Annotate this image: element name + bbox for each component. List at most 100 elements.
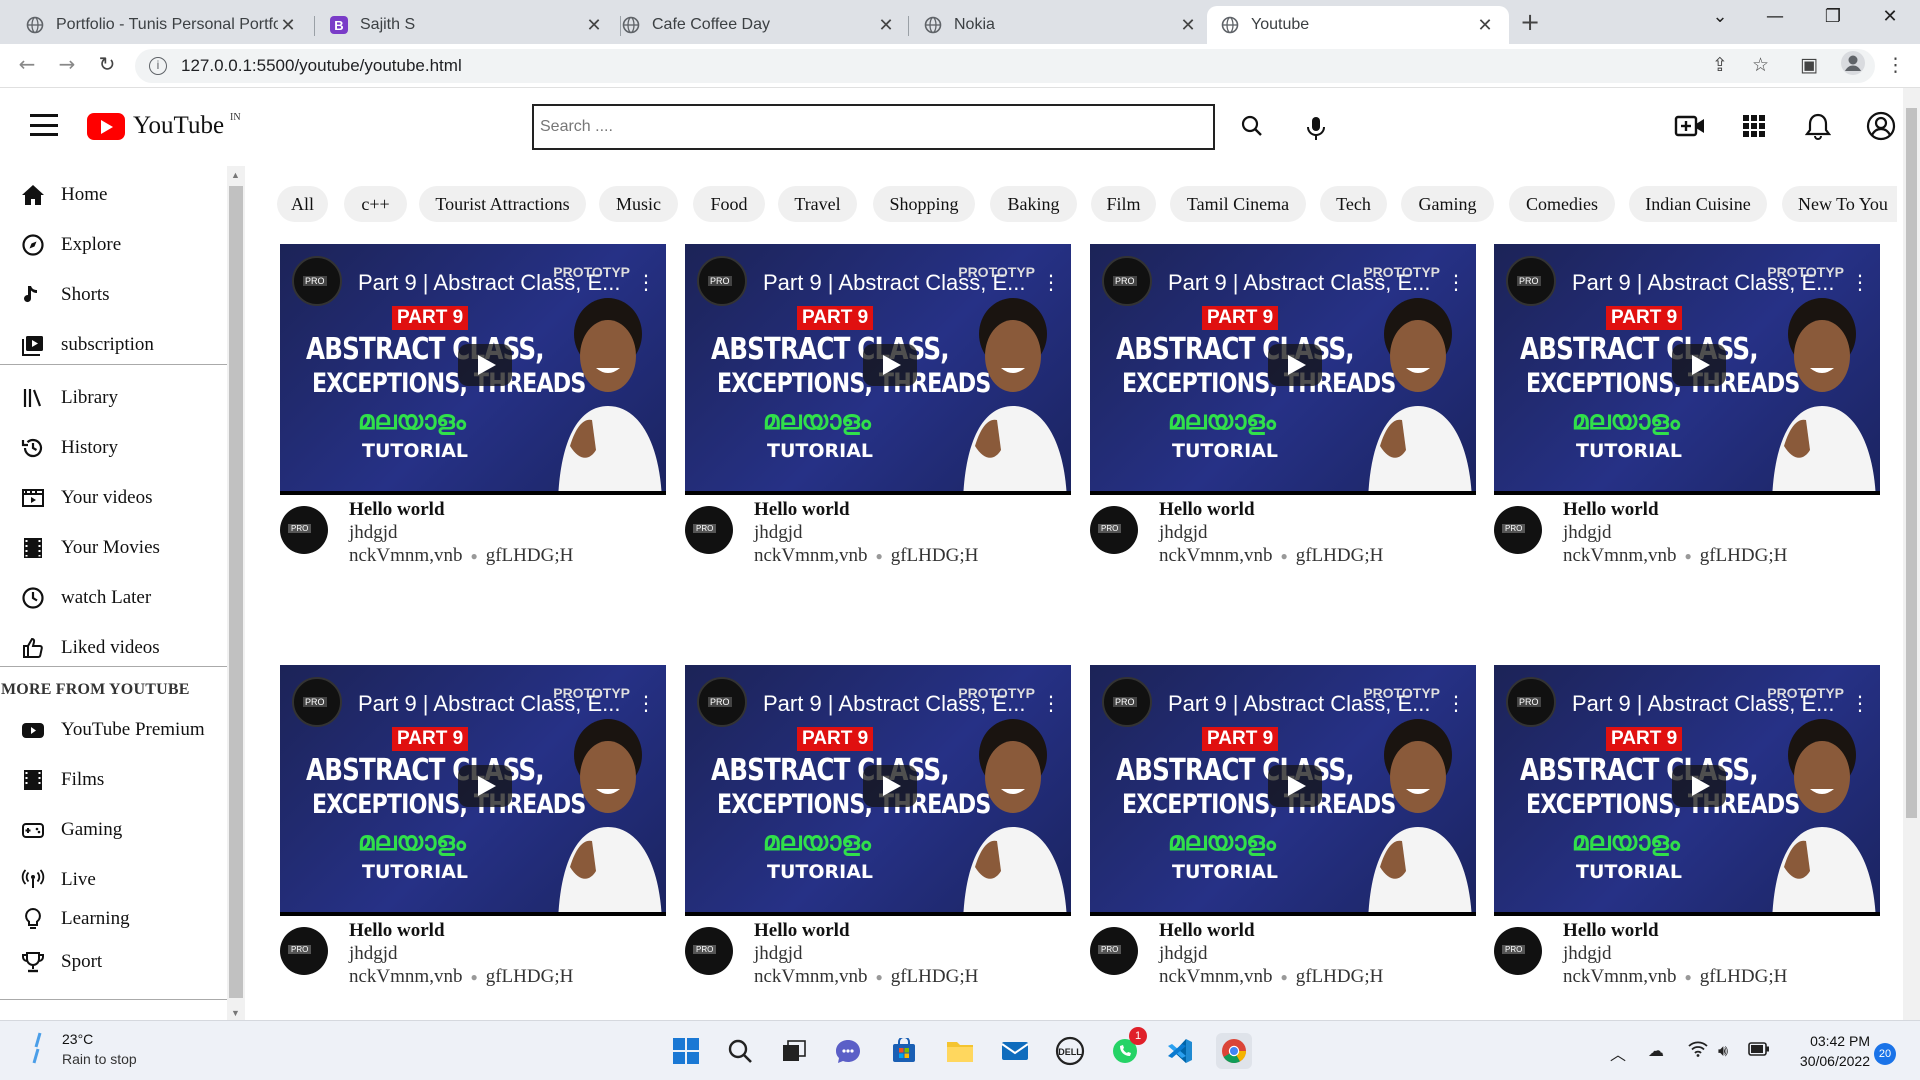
show-hidden-icons-chevron-icon[interactable]: ︿ <box>1610 1041 1626 1065</box>
sidebar-item-sport[interactable]: Sport <box>0 942 227 982</box>
video-title[interactable]: Hello world <box>754 499 850 521</box>
play-button-icon[interactable] <box>1268 765 1322 807</box>
more-options-icon[interactable]: ⋮ <box>1041 270 1061 294</box>
chip-new-to-you[interactable]: New To You <box>1782 186 1897 222</box>
close-tab-icon[interactable]: ✕ <box>1475 15 1495 36</box>
sidebar-item-explore[interactable]: Explore <box>0 225 227 265</box>
chip-baking[interactable]: Baking <box>990 186 1077 222</box>
chip-shopping[interactable]: Shopping <box>873 186 975 222</box>
video-title[interactable]: Hello world <box>1159 920 1255 942</box>
channel-name[interactable]: jhdgjd <box>1159 943 1208 965</box>
address-bar[interactable]: i 127.0.0.1:5500/youtube/youtube.html <box>135 49 1875 83</box>
chip-cpp[interactable]: c++ <box>344 186 407 222</box>
channel-avatar[interactable] <box>1494 506 1542 554</box>
video-card[interactable]: Part 9 | Abstract Class, E... PROTOTYP ⋮… <box>1090 665 1476 995</box>
video-title[interactable]: Hello world <box>1159 499 1255 521</box>
browser-menu-icon[interactable]: ⋮ <box>1886 54 1905 76</box>
play-button-icon[interactable] <box>458 344 512 386</box>
reload-icon[interactable]: ↻ <box>92 52 122 76</box>
windows-start-icon[interactable] <box>668 1033 704 1069</box>
onedrive-cloud-icon[interactable]: ☁ <box>1648 1041 1664 1060</box>
close-tab-icon[interactable]: ✕ <box>278 15 298 36</box>
video-thumbnail[interactable]: Part 9 | Abstract Class, E... PROTOTYP ⋮… <box>1090 244 1476 495</box>
more-options-icon[interactable]: ⋮ <box>1850 691 1870 715</box>
video-title[interactable]: Hello world <box>349 920 445 942</box>
video-card[interactable]: Part 9 | Abstract Class, E... PROTOTYP ⋮… <box>685 665 1071 995</box>
weather-widget[interactable]: 23°C Rain to stop <box>28 1031 137 1072</box>
microphone-icon[interactable] <box>1298 110 1334 146</box>
chip-indian-cuisine[interactable]: Indian Cuisine <box>1629 186 1767 222</box>
more-options-icon[interactable]: ⋮ <box>636 691 656 715</box>
maximize-button[interactable]: ❐ <box>1813 6 1853 27</box>
channel-name[interactable]: jhdgjd <box>1159 522 1208 544</box>
channel-avatar[interactable] <box>280 927 328 975</box>
account-icon[interactable] <box>1863 108 1899 144</box>
chrome-icon[interactable] <box>1216 1033 1252 1069</box>
channel-avatar[interactable] <box>1494 927 1542 975</box>
video-title[interactable]: Hello world <box>754 920 850 942</box>
chip-tamil-cinema[interactable]: Tamil Cinema <box>1170 186 1306 222</box>
play-button-icon[interactable] <box>1672 344 1726 386</box>
microsoft-store-icon[interactable] <box>886 1033 922 1069</box>
notification-count-badge[interactable]: 20 <box>1874 1043 1896 1065</box>
video-card[interactable]: Part 9 | Abstract Class, E... PROTOTYP ⋮… <box>685 244 1071 574</box>
video-card[interactable]: Part 9 | Abstract Class, E... PROTOTYP ⋮… <box>1494 665 1880 995</box>
video-thumbnail[interactable]: Part 9 | Abstract Class, E... PROTOTYP ⋮… <box>280 665 666 916</box>
apps-grid-icon[interactable] <box>1736 108 1772 144</box>
bookmark-star-icon[interactable]: ☆ <box>1752 54 1769 76</box>
page-scrollbar[interactable] <box>1903 88 1920 1020</box>
task-view-icon[interactable] <box>776 1033 812 1069</box>
close-tab-icon[interactable]: ✕ <box>876 15 896 36</box>
channel-avatar[interactable] <box>280 506 328 554</box>
play-button-icon[interactable] <box>863 344 917 386</box>
vscode-icon[interactable] <box>1162 1033 1198 1069</box>
sidebar-item-films[interactable]: Films <box>0 760 227 800</box>
search-input[interactable] <box>532 104 1215 150</box>
video-title[interactable]: Hello world <box>349 499 445 521</box>
chip-film[interactable]: Film <box>1091 186 1156 222</box>
channel-name[interactable]: jhdgjd <box>1563 522 1612 544</box>
play-button-icon[interactable] <box>458 765 512 807</box>
video-thumbnail[interactable]: Part 9 | Abstract Class, E... PROTOTYP ⋮… <box>1494 244 1880 495</box>
profile-icon[interactable] <box>1840 50 1866 81</box>
channel-name[interactable]: jhdgjd <box>1563 943 1612 965</box>
channel-avatar[interactable] <box>1090 506 1138 554</box>
close-tab-icon[interactable]: ✕ <box>584 15 604 36</box>
sidebar-item-shorts[interactable]: Shorts <box>0 275 227 315</box>
video-card[interactable]: Part 9 | Abstract Class, E... PROTOTYP ⋮… <box>280 665 666 995</box>
chip-travel[interactable]: Travel <box>778 186 857 222</box>
video-card[interactable]: Part 9 | Abstract Class, E... PROTOTYP ⋮… <box>280 244 666 574</box>
browser-tab[interactable]: Nokia ✕ <box>910 6 1212 44</box>
chip-tourist-attractions[interactable]: Tourist Attractions <box>419 186 586 222</box>
sidebar-item-youtube-premium[interactable]: YouTube Premium <box>0 710 227 750</box>
video-card[interactable]: Part 9 | Abstract Class, E... PROTOTYP ⋮… <box>1090 244 1476 574</box>
more-options-icon[interactable]: ⋮ <box>1850 270 1870 294</box>
sidebar-item-liked-videos[interactable]: Liked videos <box>0 628 227 668</box>
wifi-icon[interactable] <box>1688 1041 1708 1061</box>
channel-avatar[interactable] <box>685 927 733 975</box>
chip-all[interactable]: All <box>277 186 328 222</box>
sidebar-item-live[interactable]: Live <box>0 860 227 900</box>
sidebar-scrollbar-thumb[interactable] <box>229 186 243 998</box>
dell-icon[interactable]: DELL <box>1052 1033 1088 1069</box>
system-clock[interactable]: 03:42 PM 30/06/2022 <box>1780 1031 1870 1071</box>
chip-music[interactable]: Music <box>599 186 678 222</box>
video-thumbnail[interactable]: Part 9 | Abstract Class, E... PROTOTYP ⋮… <box>280 244 666 495</box>
teams-chat-icon[interactable] <box>830 1033 866 1069</box>
browser-tab[interactable]: B Sajith S ✕ <box>316 6 618 44</box>
sidebar-item-library[interactable]: Library <box>0 378 227 418</box>
browser-tab-active[interactable]: Youtube ✕ <box>1207 6 1509 44</box>
channel-name[interactable]: jhdgjd <box>754 522 803 544</box>
back-icon[interactable]: ← <box>12 52 42 76</box>
video-card[interactable]: Part 9 | Abstract Class, E... PROTOTYP ⋮… <box>1494 244 1880 574</box>
sidebar-item-watch-later[interactable]: watch Later <box>0 578 227 618</box>
video-thumbnail[interactable]: Part 9 | Abstract Class, E... PROTOTYP ⋮… <box>685 244 1071 495</box>
video-title[interactable]: Hello world <box>1563 499 1659 521</box>
search-icon[interactable] <box>1234 108 1270 144</box>
browser-tab[interactable]: Cafe Coffee Day ✕ <box>608 6 910 44</box>
more-options-icon[interactable]: ⋮ <box>1446 270 1466 294</box>
sidebar-item-your-videos[interactable]: Your videos <box>0 478 227 518</box>
sidebar-item-history[interactable]: History <box>0 428 227 468</box>
share-icon[interactable]: ⇪ <box>1712 54 1728 76</box>
browser-tab[interactable]: Portfolio - Tunis Personal Portfoli ✕ <box>12 6 312 44</box>
